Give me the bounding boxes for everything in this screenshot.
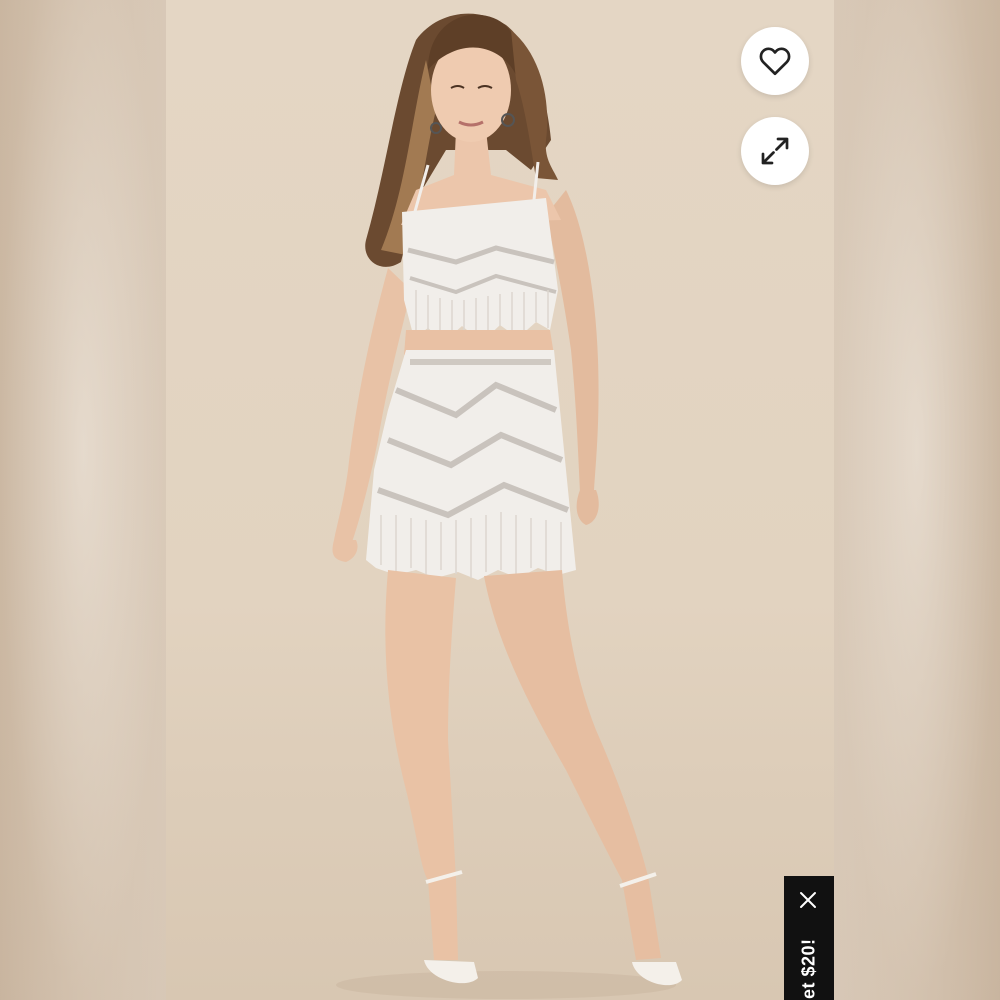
blurred-side-left (0, 0, 166, 1000)
product-photo (166, 0, 834, 1000)
expand-button[interactable] (741, 117, 809, 185)
promo-text: Get $20! (798, 938, 819, 1000)
expand-arrows-icon (761, 137, 789, 165)
close-icon[interactable] (798, 890, 818, 910)
promo-tab[interactable]: Get $20! (784, 876, 834, 1000)
model-illustration (332, 13, 682, 999)
heart-icon (759, 47, 791, 76)
blurred-side-right (834, 0, 1000, 1000)
favorite-button[interactable] (741, 27, 809, 95)
